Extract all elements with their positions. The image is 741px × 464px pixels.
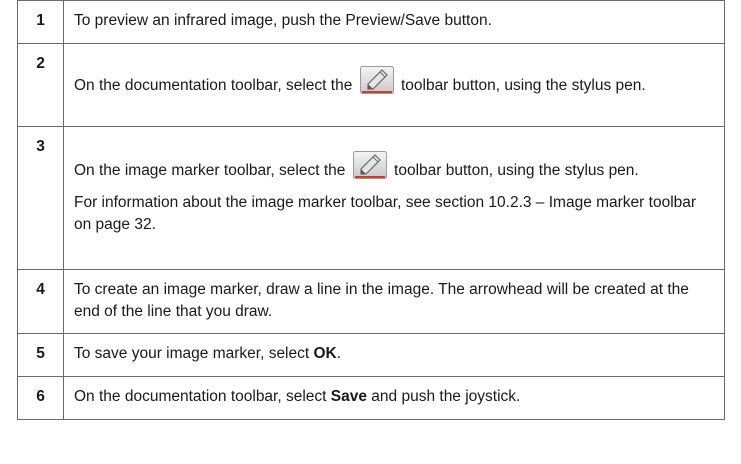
save-label: Save — [330, 388, 367, 405]
step-text-before: On the documentation toolbar, select the — [74, 77, 353, 94]
step-row: 6 On the documentation toolbar, select S… — [17, 376, 725, 420]
step-text: To create an image marker, draw a line i… — [63, 269, 725, 334]
instruction-steps-table: 1 To preview an infrared image, push the… — [17, 0, 725, 420]
step-text-line: On the documentation toolbar, select the — [74, 66, 714, 97]
step-row: 2 On the documentation toolbar, select t… — [17, 43, 725, 127]
step-text-after: . — [336, 345, 342, 362]
step-number: 5 — [17, 333, 64, 377]
step-note: For information about the image marker t… — [74, 194, 697, 233]
ok-label: OK — [313, 345, 337, 362]
step-text: To preview an infrared image, push the P… — [63, 0, 725, 44]
step-text-after: toolbar button, using the stylus pen. — [394, 162, 639, 179]
step-text-before: To save your image marker, select — [74, 345, 310, 362]
pen-toolbar-icon — [359, 66, 394, 94]
step-number: 3 — [17, 126, 64, 270]
step-row: 5 To save your image marker, select OK. — [17, 333, 725, 377]
step-row: 4 To create an image marker, draw a line… — [17, 269, 725, 334]
step-row: 3 On the image marker toolbar, select th… — [17, 126, 725, 270]
step-row: 1 To preview an infrared image, push the… — [17, 0, 725, 44]
pen-toolbar-icon — [352, 151, 387, 179]
step-text: On the image marker toolbar, select the — [63, 126, 725, 270]
step-number: 4 — [17, 269, 64, 334]
step-text-line: To save your image marker, select OK. — [74, 343, 714, 365]
step-text-line: To preview an infrared image, push the P… — [74, 12, 492, 29]
step-number: 1 — [17, 0, 64, 44]
step-text-line: To create an image marker, draw a line i… — [74, 281, 689, 320]
step-number: 6 — [17, 376, 64, 420]
step-text-before: On the documentation toolbar, select — [74, 388, 327, 405]
step-text-line: On the documentation toolbar, select Sav… — [74, 386, 714, 408]
step-number: 2 — [17, 43, 64, 127]
step-text-after: toolbar button, using the stylus pen. — [400, 77, 646, 94]
step-text-after: and push the joystick. — [371, 388, 521, 405]
step-text: On the documentation toolbar, select the — [63, 43, 725, 127]
step-text: On the documentation toolbar, select Sav… — [63, 376, 725, 420]
step-text-before: On the image marker toolbar, select the — [74, 162, 346, 179]
step-text: To save your image marker, select OK. — [63, 333, 725, 377]
step-text-line: On the image marker toolbar, select the — [74, 151, 714, 182]
